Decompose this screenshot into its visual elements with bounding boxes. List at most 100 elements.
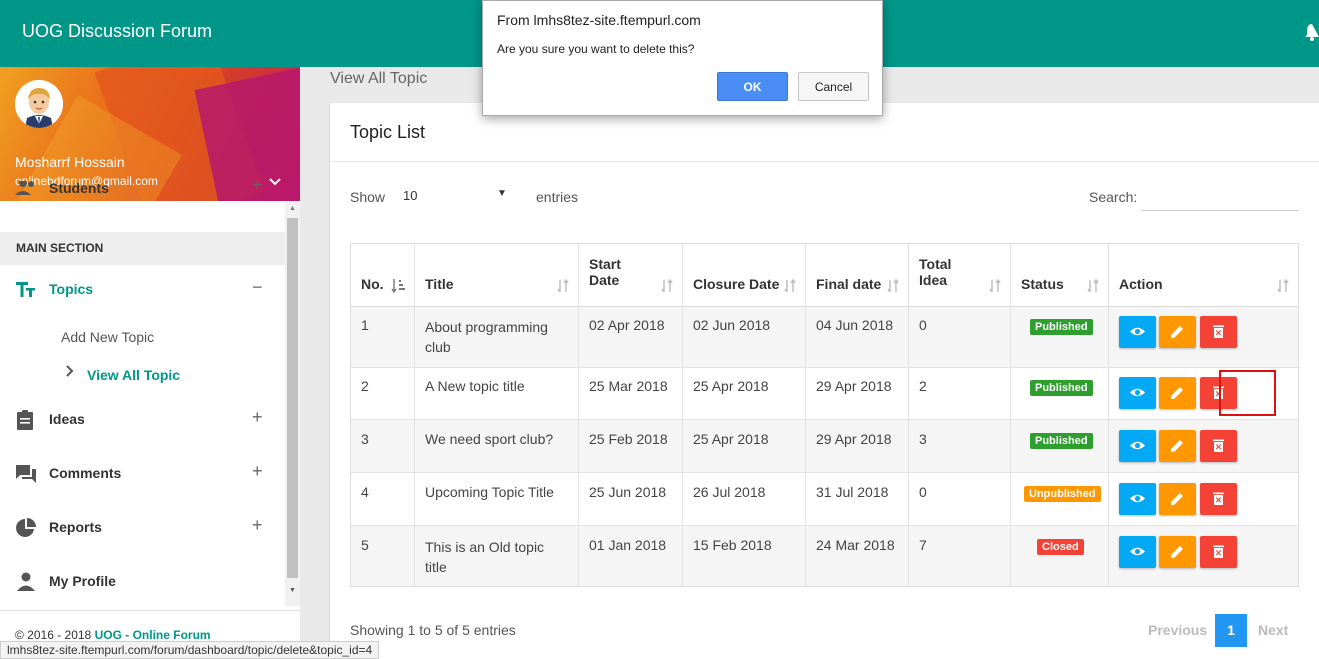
view-button[interactable] [1119,430,1156,462]
delete-button[interactable] [1200,316,1237,348]
eye-icon [1130,441,1145,450]
cell-start-date: 25 Feb 2018 [589,431,668,447]
edit-button[interactable] [1159,377,1196,409]
cell-final-date: 31 Jul 2018 [816,484,889,500]
scrollbar-thumb[interactable] [287,218,298,578]
pagination-page-1[interactable]: 1 [1215,614,1247,647]
title-line: title [425,559,447,575]
pencil-icon [1171,387,1183,399]
sort-icon[interactable] [1276,278,1290,294]
expand-plus-icon[interactable]: + [252,461,263,482]
search-input[interactable] [1142,183,1299,211]
ok-button[interactable]: OK [717,72,788,101]
cell-title[interactable]: About programming club [425,317,548,357]
edit-button[interactable] [1159,430,1196,462]
show-label: Show [350,189,386,205]
sort-icon[interactable] [886,278,900,294]
expand-plus-icon[interactable]: + [252,181,263,196]
eye-icon [1130,388,1145,397]
view-button[interactable] [1119,483,1156,515]
sidebar-subitem-view-all-topic[interactable]: View All Topic [87,367,180,383]
column-header-start-date[interactable]: Start Date [589,256,621,288]
cell-title[interactable]: This is an Old topic title [425,537,544,577]
view-button[interactable] [1119,316,1156,348]
avatar[interactable] [15,80,63,128]
edit-button[interactable] [1159,316,1196,348]
cell-closure-date: 02 Jun 2018 [693,317,771,333]
sort-icon[interactable] [1086,278,1100,294]
cell-final-date: 29 Apr 2018 [816,378,892,394]
sidebar-item-students[interactable]: Students + [0,181,285,211]
cell-total-idea: 2 [919,378,927,394]
column-header-status[interactable]: Status [1021,276,1064,292]
expand-plus-icon[interactable]: + [252,407,263,428]
avatar-illustration [15,80,63,128]
view-button[interactable] [1119,377,1156,409]
eye-icon [1130,327,1145,336]
column-header-no[interactable]: No. [361,276,384,292]
sort-ascending-icon[interactable] [391,278,405,294]
sidebar-item-comments[interactable]: Comments + [0,453,285,493]
cell-final-date: 04 Jun 2018 [816,317,894,333]
cell-start-date: 25 Mar 2018 [589,378,668,394]
row-divider [351,419,1298,420]
trash-icon [1213,325,1224,338]
section-header: MAIN SECTION [0,232,285,265]
delete-button[interactable] [1200,430,1237,462]
column-header-final-date[interactable]: Final date [816,276,881,292]
edit-button[interactable] [1159,483,1196,515]
cell-start-date: 25 Jun 2018 [589,484,667,500]
eye-icon [1130,494,1145,503]
app-title[interactable]: UOG Discussion Forum [22,21,212,42]
trash-icon [1213,439,1224,452]
scroll-down-icon[interactable]: ▼ [289,587,296,594]
column-header-closure-date[interactable]: Closure Date [693,276,779,292]
collapse-minus-icon[interactable]: − [252,277,263,298]
sort-icon[interactable] [660,278,674,294]
scroll-up-icon[interactable]: ▲ [289,205,296,212]
cell-start-date: 02 Apr 2018 [589,317,665,333]
sidebar-item-my-profile[interactable]: My Profile [0,561,285,601]
sort-icon[interactable] [556,278,570,294]
pencil-icon [1171,326,1183,338]
sidebar-item-label: Topics [49,281,94,297]
column-divider [805,244,806,586]
sidebar-item-label: Comments [49,465,122,481]
pagination-next[interactable]: Next [1258,622,1288,638]
column-divider [414,244,415,586]
view-button[interactable] [1119,536,1156,568]
entries-select[interactable]: 10 ▼ [390,181,510,211]
footer-link[interactable]: UOG - Online Forum [95,628,211,642]
column-header-total-idea[interactable]: Total Idea [919,256,951,288]
page-heading: View All Topic [330,70,428,87]
sidebar-subitem-add-topic[interactable]: Add New Topic [61,329,154,345]
delete-button[interactable] [1200,536,1237,568]
cell-title[interactable]: Upcoming Topic Title [425,484,554,500]
sidebar-item-label: Ideas [49,411,85,427]
sort-icon[interactable] [783,278,797,294]
sidebar-item-reports[interactable]: Reports + [0,507,285,547]
sidebar-item-topics[interactable]: Topics − [0,269,285,309]
edit-button[interactable] [1159,536,1196,568]
cell-closure-date: 25 Apr 2018 [693,431,769,447]
column-header-action[interactable]: Action [1119,276,1163,292]
cell-title[interactable]: We need sport club? [425,431,553,447]
text-format-icon [16,282,35,297]
sidebar-item-ideas[interactable]: Ideas + [0,399,285,439]
search-label: Search: [1089,189,1138,205]
expand-plus-icon[interactable]: + [252,515,263,536]
column-divider [682,244,683,586]
trash-icon [1213,545,1224,558]
cell-title[interactable]: A New topic title [425,378,525,394]
sort-icon[interactable] [988,278,1002,294]
bell-icon[interactable] [1305,22,1319,42]
pagination-previous[interactable]: Previous [1148,622,1207,638]
person-icon [17,572,35,591]
row-divider [351,472,1298,473]
sidebar-scrollbar[interactable]: ▲ ▼ [285,201,300,606]
topics-table: No. Title Start Date Closure Date Final d… [350,243,1299,587]
cancel-button[interactable]: Cancel [798,72,869,101]
trash-icon [1213,492,1224,505]
column-header-title[interactable]: Title [425,276,454,292]
delete-button[interactable] [1200,483,1237,515]
